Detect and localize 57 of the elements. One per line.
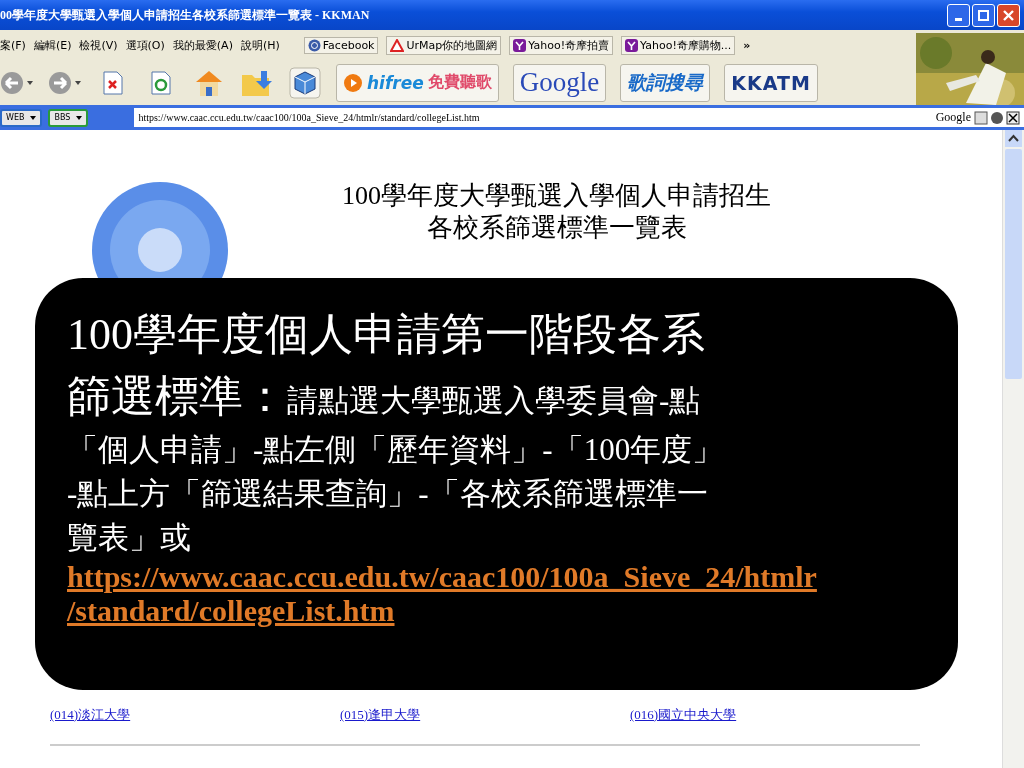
bookmark-link[interactable]: UrMap你的地圖網 xyxy=(386,35,502,55)
menu-item[interactable]: 選項(O) xyxy=(125,37,165,53)
minimize-icon xyxy=(955,17,962,21)
warning-triangle-icon xyxy=(390,38,405,52)
google-banner[interactable]: Google xyxy=(512,63,607,102)
menu-item[interactable]: 案(F) xyxy=(0,37,26,53)
overlay-instructions: 請點選大學甄選入學委員會-點 xyxy=(287,382,701,420)
bookmark-link[interactable]: Yahoo!奇摩購物... xyxy=(621,35,736,55)
caret-icon xyxy=(30,115,37,120)
overlay-instructions: 覽表」或 xyxy=(67,519,192,557)
menu-item[interactable]: 編輯(E) xyxy=(33,37,72,53)
overlay-instructions: -點上方「篩選結果查詢」-「各校系篩選標準一 xyxy=(67,475,709,513)
more-bookmarks[interactable]: » xyxy=(743,38,751,52)
scroll-up-icon[interactable] xyxy=(1005,130,1022,147)
overlay-title: 篩選標準： xyxy=(67,371,287,423)
maximize-icon xyxy=(978,9,989,21)
college-link[interactable]: (016)國立中央大學 xyxy=(630,706,920,724)
circle-logo-icon xyxy=(307,38,321,52)
url-link[interactable]: https://www.caac.ccu.edu.tw/caac100/100a_Sieve_24/htmlr xyxy=(67,560,928,594)
bookmark-link[interactable]: Yahoo!奇摩拍賣 xyxy=(509,35,614,55)
lyrics-search-banner[interactable]: 歌詞搜尋 xyxy=(620,63,711,102)
stop-icon[interactable] xyxy=(103,70,123,95)
maximize-button[interactable] xyxy=(972,3,995,27)
search-engine-dropdown[interactable]: WEB xyxy=(0,108,43,127)
address-field[interactable]: https://www.caac.ccu.edu.tw/caac100/100a_Sieve_24/htmlr/standard/collegeList.htm Google xyxy=(134,108,1024,127)
folder-icon[interactable] xyxy=(241,68,273,97)
banner-label: 免費聽歌 xyxy=(427,72,492,93)
play-logo-icon xyxy=(343,72,363,93)
hifree-banner[interactable]: hifree 免費聽歌 xyxy=(336,63,499,102)
overlay-instructions: 「個人申請」-點左側「歷年資料」-「100年度」 xyxy=(67,431,725,469)
close-button[interactable] xyxy=(997,3,1020,27)
url-text: https://www.caac.ccu.edu.tw/caac100/100a_Sieve_24/htmlr/standard/collegeList.htm xyxy=(138,112,480,123)
page-heading: 100學年度大學甄選入學個人申請招生 xyxy=(342,180,771,212)
menu-item[interactable]: 檢視(V) xyxy=(79,37,118,53)
window-title: 00學年度大學甄選入學個人申請招生各校系篩選標準一覽表 - KKMAN xyxy=(0,6,370,24)
bookmark-link[interactable]: Facebook xyxy=(303,36,379,54)
menu-item[interactable]: 說明(H) xyxy=(240,37,280,53)
yahoo-badge-icon xyxy=(513,38,527,52)
scrollbar[interactable] xyxy=(1002,130,1024,768)
banner-label: hifree xyxy=(367,72,424,93)
kkatm-banner[interactable]: KKATM xyxy=(724,63,818,102)
search-engine-dropdown[interactable]: BBS xyxy=(48,108,89,127)
cube-icon[interactable] xyxy=(289,66,321,99)
menu-item[interactable]: 我的最愛(A) xyxy=(172,37,233,53)
page-heading: 各校系篩選標準一覽表 xyxy=(426,212,687,244)
google-toolbar-label: Google xyxy=(935,110,971,125)
overlay-title: 100學年度個人申請第一階段各系 xyxy=(67,309,706,361)
yahoo-badge-icon xyxy=(625,38,639,52)
home-icon[interactable] xyxy=(194,68,224,97)
refresh-icon[interactable] xyxy=(151,70,171,95)
college-link[interactable]: (014)淡江大學 xyxy=(50,706,340,724)
caret-icon xyxy=(76,115,83,120)
url-link[interactable]: /standard/collegeList.htm xyxy=(67,594,928,628)
college-link[interactable]: (015)逢甲大學 xyxy=(340,706,630,724)
close-icon xyxy=(1003,9,1014,21)
minimize-button[interactable] xyxy=(947,3,970,27)
toolbar-icons-drawing[interactable] xyxy=(974,110,1020,125)
